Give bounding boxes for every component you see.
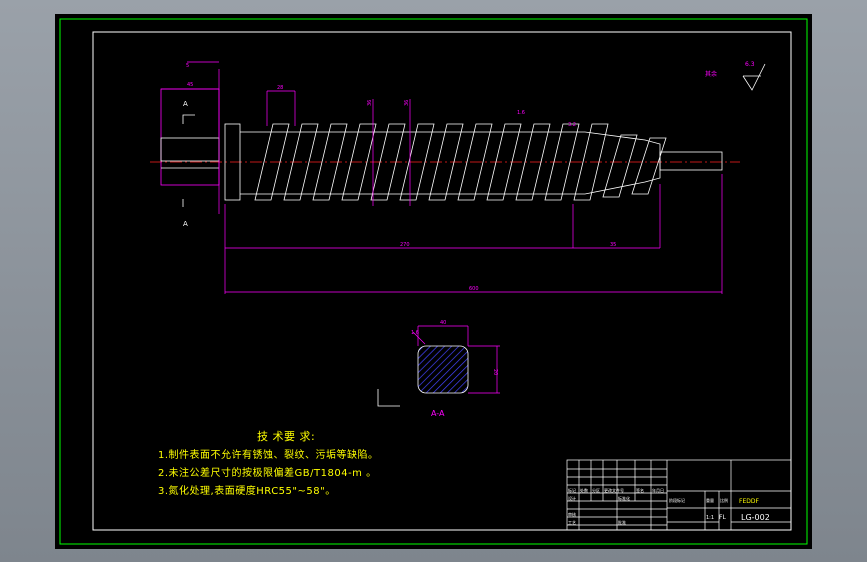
dim-section-w: 40 [440, 320, 446, 326]
cad-viewport[interactable]: 5 45 28 36 36 1.6 3.2 270 35 600 A A 其余 … [0, 0, 867, 562]
svg-text:分区: 分区 [592, 487, 600, 493]
dim-mid-a: 36 [367, 100, 373, 106]
svg-text:标记: 标记 [568, 487, 576, 493]
svg-text:标准化: 标准化 [618, 495, 630, 501]
coupling-shank [160, 137, 220, 162]
svg-text:批准: 批准 [618, 519, 626, 525]
dim-length-tail: 35 [610, 242, 616, 248]
svg-text:设计: 设计 [568, 495, 576, 501]
surface-note: 其余 6.3 [705, 61, 766, 91]
surface-note-label: 其余 [705, 70, 717, 78]
svg-text:比例: 比例 [720, 497, 728, 503]
svg-text:年月日: 年月日 [652, 487, 664, 493]
requirements-title: 技 术要 求: [257, 430, 316, 443]
flight-13 [602, 134, 638, 198]
surface-note-roughness: 6.3 [745, 61, 755, 68]
dim-flank2: 3.2 [568, 122, 576, 128]
dim-flank: 1.6 [517, 110, 525, 116]
section-a-a: 40 20 1.6 A-A [377, 320, 500, 418]
svg-text:处数: 处数 [580, 487, 588, 493]
svg-text:更改文件号: 更改文件号 [604, 487, 624, 493]
section-outline [417, 345, 469, 394]
svg-text:工艺: 工艺 [568, 520, 576, 525]
svg-text:阶段标记: 阶段标记 [669, 497, 685, 503]
title-short-label: FL [719, 514, 726, 521]
title-top-chars: FEDDF [739, 498, 759, 505]
flight-14 [631, 137, 667, 195]
requirement-1: 1.制件表面不允许有锈蚀、裂纹、污垢等缺陷。 [158, 450, 379, 461]
svg-text:签名: 签名 [636, 487, 644, 493]
dim-section-h: 20 [492, 369, 498, 375]
dim-left-width: 45 [187, 82, 193, 88]
requirement-3: 3.氮化处理,表面硬度HRC55"~58"。 [158, 486, 336, 497]
title-scale: 1:1 [706, 515, 714, 521]
dim-mid-b: 36 [404, 100, 410, 106]
dim-total: 600 [469, 286, 479, 292]
dim-left-top: 5 [186, 63, 189, 69]
dim-pitch: 28 [277, 85, 283, 91]
drawing-number: LG-002 [741, 513, 770, 522]
tail-shaft [659, 151, 723, 171]
dim-length-main: 270 [400, 242, 410, 248]
section-title: A-A [431, 409, 445, 418]
cut-label-top: A [183, 100, 188, 108]
coupling-box [160, 88, 220, 186]
dim-section-rough: 1.6 [411, 330, 419, 336]
svg-text:审核: 审核 [568, 511, 576, 517]
svg-text:重量: 重量 [706, 497, 714, 503]
cut-label-bottom: A [183, 220, 188, 228]
screw-main-view [150, 61, 740, 294]
drawing-sheet[interactable]: 5 45 28 36 36 1.6 3.2 270 35 600 A A 其余 … [55, 14, 812, 549]
requirement-2: 2.未注公差尺寸的按极限偏差GB/T1804-m 。 [158, 468, 377, 479]
